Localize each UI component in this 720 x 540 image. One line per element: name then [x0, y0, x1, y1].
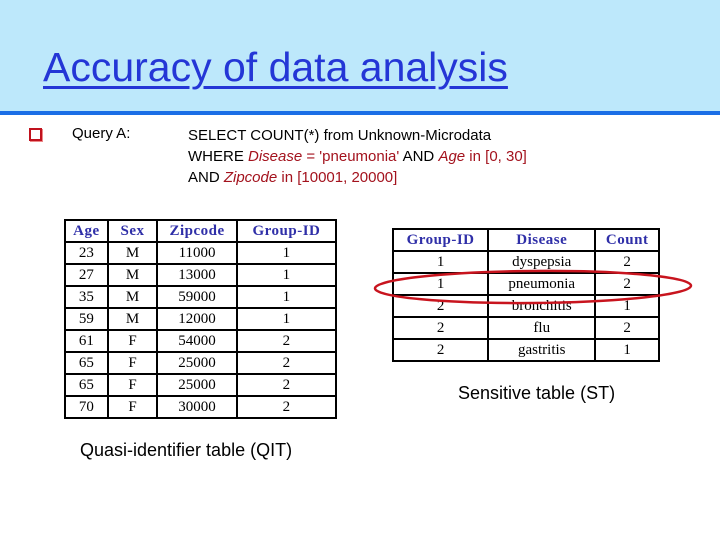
keyword-and: AND	[399, 148, 439, 165]
table-cell: 2	[594, 272, 660, 296]
age-condition: in [0, 30]	[465, 148, 527, 165]
column-header: Age	[64, 219, 109, 243]
table-cell: 1	[594, 338, 660, 362]
column-header: Count	[594, 228, 660, 252]
query-text: SELECT COUNT(*) from Unknown-Microdata W…	[188, 125, 527, 188]
table-cell: 2	[391, 338, 490, 362]
table-cell: 35	[64, 285, 109, 309]
table-row: 35 M 59000 1	[64, 285, 338, 309]
table-row: 2 flu 2	[391, 316, 660, 340]
quasi-identifier-table: Age Sex Zipcode Group-ID 23 M 11000 1 27 M 130…	[64, 219, 338, 419]
table-cell: 59000	[156, 285, 238, 309]
table-cell: gastritis	[487, 338, 597, 362]
table-cell: 61	[64, 329, 109, 353]
table-cell: 1	[391, 272, 490, 296]
qit-caption: Quasi-identifier table (QIT)	[80, 440, 293, 460]
table-cell: 2	[235, 329, 338, 353]
zipcode-condition: in [10001, 20000]	[277, 169, 398, 186]
table-cell: M	[106, 263, 159, 287]
table-row: 1 pneumonia 2	[391, 272, 660, 296]
table-cell: 23	[64, 241, 109, 265]
table-cell: 27	[64, 263, 109, 287]
table-cell: 25000	[156, 351, 238, 375]
table-row: 2 bronchitis 1	[391, 294, 660, 318]
table-cell: 1	[594, 294, 660, 318]
table-cell: 2	[594, 316, 660, 340]
table-row: 59 M 12000 1	[64, 307, 338, 331]
table-cell: 1	[235, 263, 338, 287]
age-field: Age	[438, 148, 466, 165]
disease-condition: = 'pneumonia'	[302, 148, 400, 165]
table-row: 1 dyspepsia 2	[391, 250, 660, 274]
st-caption: Sensitive table (ST)	[458, 383, 616, 403]
table-cell: dyspepsia	[487, 250, 597, 274]
column-header: Disease	[487, 228, 597, 252]
table-cell: 54000	[156, 329, 238, 353]
query-line-1: SELECT COUNT(*) from Unknown-Microdata	[188, 127, 492, 144]
table-cell: F	[106, 329, 159, 353]
table-cell: 65	[64, 373, 109, 397]
hollow-square-bullet-icon	[29, 128, 42, 141]
table-cell: 13000	[156, 263, 238, 287]
table-cell: 12000	[156, 307, 238, 331]
header-divider	[0, 111, 720, 115]
table-cell: 2	[235, 373, 338, 397]
table-cell: F	[106, 395, 159, 419]
table-cell: 1	[235, 285, 338, 309]
table-cell: 2	[391, 316, 490, 340]
table-cell: 2	[594, 250, 660, 274]
table-cell: 70	[64, 395, 109, 419]
table-header-row: Age Sex Zipcode Group-ID	[64, 219, 338, 243]
table-cell: 11000	[156, 241, 238, 265]
table-cell: 1	[391, 250, 490, 274]
table-cell: F	[106, 373, 159, 397]
table-header-row: Group-ID Disease Count	[391, 228, 660, 252]
keyword-and: AND	[188, 169, 224, 186]
table-cell: 30000	[156, 395, 238, 419]
table-row: 23 M 11000 1	[64, 241, 338, 265]
disease-field: Disease	[248, 148, 303, 165]
sensitive-table: Group-ID Disease Count 1 dyspepsia 2 1 pneum…	[391, 228, 660, 362]
query-line-2: WHERE Disease = 'pneumonia' AND Age in […	[188, 146, 527, 167]
column-header: Group-ID	[391, 228, 490, 252]
zipcode-field: Zipcode	[223, 169, 278, 186]
table-cell: M	[106, 307, 159, 331]
slide-title: Accuracy of data analysis	[43, 44, 508, 90]
keyword-where: WHERE	[188, 148, 248, 165]
table-cell: pneumonia	[487, 272, 597, 296]
table-cell: 1	[235, 241, 338, 265]
table-row: 27 M 13000 1	[64, 263, 338, 287]
query-label: Query A:	[72, 125, 131, 142]
table-cell: M	[106, 241, 159, 265]
column-header: Group-ID	[235, 219, 338, 243]
table-cell: bronchitis	[487, 294, 597, 318]
table-cell: flu	[487, 316, 597, 340]
table-cell: 2	[391, 294, 490, 318]
table-cell: 59	[64, 307, 109, 331]
query-line-3: AND Zipcode in [10001, 20000]	[188, 167, 527, 188]
table-cell: 2	[235, 395, 338, 419]
table-row: 70 F 30000 2	[64, 395, 338, 419]
table-row: 2 gastritis 1	[391, 338, 660, 362]
table-row: 61 F 54000 2	[64, 329, 338, 353]
table-cell: 1	[235, 307, 338, 331]
table-cell: M	[106, 285, 159, 309]
table-cell: 25000	[156, 373, 238, 397]
table-row: 65 F 25000 2	[64, 373, 338, 397]
table-cell: F	[106, 351, 159, 375]
table-cell: 2	[235, 351, 338, 375]
column-header: Sex	[106, 219, 159, 243]
table-cell: 65	[64, 351, 109, 375]
table-row: 65 F 25000 2	[64, 351, 338, 375]
column-header: Zipcode	[156, 219, 238, 243]
